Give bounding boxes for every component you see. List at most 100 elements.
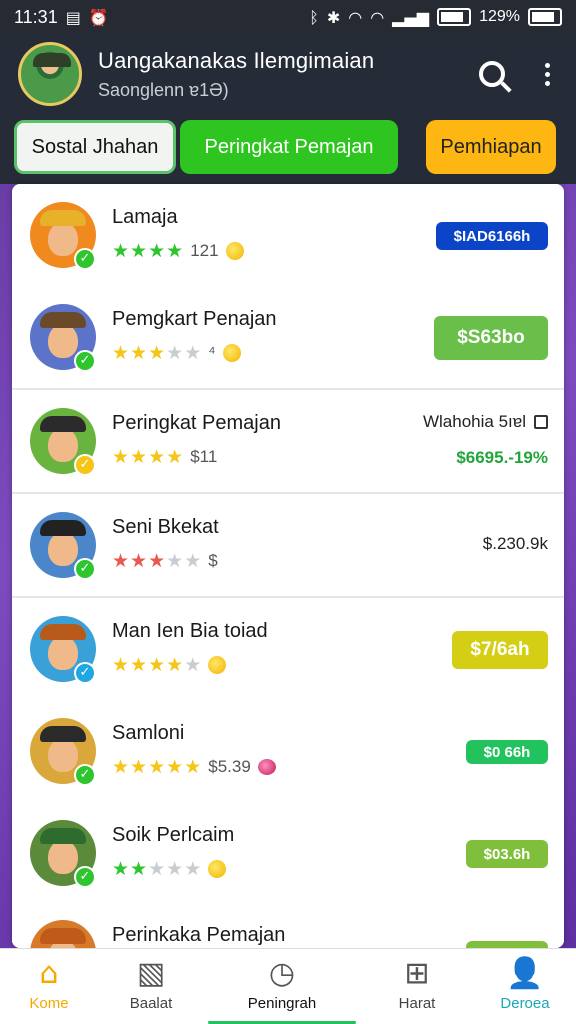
price-change[interactable]: $6695.-19% <box>456 448 548 468</box>
price-button[interactable]: $7/6ah <box>452 631 548 669</box>
vibrate-icon: ✱ <box>326 7 341 27</box>
coin-icon <box>208 656 227 674</box>
nav-label-peningrah: Peningrah <box>247 995 317 1012</box>
nav-item-peningrah[interactable]: ◷ Peningrah <box>237 955 327 1021</box>
star-icon: ★ <box>166 756 184 778</box>
tab-pemhiapan[interactable]: Pemhiapan <box>426 120 556 174</box>
app-subtitle: Saonglenn ɐ1Ə) <box>98 79 229 100</box>
leaderboard-row[interactable]: ✓ Peringkat Pemajan ★ ★ ★ ★ $11 Wlahohia 5ıɐl $6… <box>12 390 564 494</box>
star-icon: ★ <box>112 240 130 262</box>
nav-label-baalat: Baalat <box>129 995 173 1012</box>
star-rating: ★ ★ ★ ★ ★ $ <box>112 550 218 572</box>
star-icon: ★ <box>148 756 166 778</box>
nav-item-harat[interactable]: ⊞ Harat <box>372 955 462 1021</box>
star-icon: ★ <box>130 342 148 364</box>
status-bar: 11:31 ▤ ⏰ ᛒ ✱ ◠ ◠ ▂▄▆ 129% <box>0 0 576 34</box>
leaderboard-row[interactable]: ✓Perinkaka Pemajan★★★★★$0 56h <box>12 902 564 948</box>
star-icon: ★ <box>130 550 148 572</box>
player-name: Samloni <box>112 722 185 744</box>
leaderboard-row[interactable]: ✓ Pemgkart Penajan ★ ★ ★ ★ ★ ⁴ $S63bo <box>12 286 564 390</box>
star-icon: ★ <box>148 446 166 468</box>
star-icon: ★ <box>184 342 202 364</box>
verified-check-icon: ✓ <box>74 866 96 888</box>
leaderboard-list[interactable]: ✓ Lamaja ★ ★ ★ ★ 121 $IAD6166h ✓ Pemgkart Penajan… <box>12 184 564 948</box>
star-rating: ★ ★ ★ ★ ★ $5.39 <box>112 756 276 778</box>
person-icon: 👤 <box>506 956 544 991</box>
rating-extra: ⁴ <box>208 343 216 362</box>
battery-percent: 129% <box>479 8 520 25</box>
star-icon: ★ <box>166 240 184 262</box>
star-icon: ★ <box>148 240 166 262</box>
star-icon: ★ <box>184 756 202 778</box>
star-icon: ★ <box>130 446 148 468</box>
star-icon: ★ <box>184 654 202 676</box>
status-time: 11:31 <box>14 6 58 27</box>
battery-icon-secondary <box>528 8 562 26</box>
star-icon: ★ <box>112 550 130 572</box>
star-icon: ★ <box>148 342 166 364</box>
app-bar-titles: Uangakanakas Ilemgimaian Saonglenn ɐ1Ə) <box>98 48 469 101</box>
price-button[interactable]: $0 56h <box>466 941 548 948</box>
star-icon: ★ <box>130 654 148 676</box>
star-icon: ★ <box>148 858 166 880</box>
leaderboard-row[interactable]: ✓ Man Ien Bia toiad ★ ★ ★ ★ ★ $7/6ah <box>12 598 564 702</box>
star-icon: ★ <box>130 240 148 262</box>
signal-icon: ▂▄▆ <box>392 7 430 27</box>
verified-check-icon: ✓ <box>74 350 96 372</box>
coin-icon <box>222 344 241 362</box>
side-label: Wlahohia 5ıɐl <box>423 412 548 432</box>
star-icon: ★ <box>112 446 130 468</box>
nav-item-baalat[interactable]: ▧ Baalat <box>106 955 196 1021</box>
checkbox-icon[interactable] <box>534 415 548 429</box>
document-icon: ▧ <box>136 956 166 991</box>
star-icon: ★ <box>166 858 184 880</box>
search-icon[interactable] <box>479 61 505 87</box>
verified-check-icon: ✓ <box>74 248 96 270</box>
notification-icon: ▤ <box>65 7 81 27</box>
player-name: Peringkat Pemajan <box>112 412 281 434</box>
star-icon: ★ <box>184 858 202 880</box>
price-value[interactable]: $.230.9k <box>483 534 548 554</box>
nav-item-deroea[interactable]: 👤 Deroea <box>480 955 570 1021</box>
leaderboard-row[interactable]: ✓ Soik Perlcaim ★ ★ ★ ★ ★ $03.6h <box>12 802 564 906</box>
player-name: Lamaja <box>112 206 178 228</box>
tab-peringkat-pemajan[interactable]: Peringkat Pemajan <box>180 120 398 174</box>
verified-check-icon: ✓ <box>74 558 96 580</box>
star-rating: ★ ★ ★ ★ ★ ⁴ <box>112 342 241 364</box>
nav-item-home[interactable]: ⌂ Kome <box>4 955 94 1021</box>
player-name: Seni Bkekat <box>112 516 219 538</box>
leaderboard-row[interactable]: ✓ Samloni ★ ★ ★ ★ ★ $5.39 $0 66h <box>12 700 564 804</box>
coin-icon <box>225 242 244 260</box>
star-rating: ★ ★ ★ ★ ★ <box>112 654 227 676</box>
price-button[interactable]: $S63bo <box>434 316 548 360</box>
rating-extra: 121 <box>190 241 219 260</box>
star-rating: ★ ★ ★ ★ 121 <box>112 240 244 262</box>
rating-extra: $11 <box>190 447 218 466</box>
bluetooth-icon: ᛒ <box>309 7 319 27</box>
price-button[interactable]: $03.6h <box>466 840 548 868</box>
tab-sostal-jhahan[interactable]: Sostal Jhahan <box>14 120 176 174</box>
app-title: Uangakanakas Ilemgimaian <box>98 47 375 73</box>
verified-check-icon: ✓ <box>74 662 96 684</box>
home-icon: ⌂ <box>39 956 59 991</box>
price-button[interactable]: $IAD6166h <box>436 222 548 250</box>
star-icon: ★ <box>166 654 184 676</box>
gauge-icon: ◷ <box>268 956 296 991</box>
leaderboard-row[interactable]: ✓ Seni Bkekat ★ ★ ★ ★ ★ $ $.230.9k <box>12 494 564 598</box>
more-options-icon[interactable] <box>545 62 550 86</box>
profile-avatar[interactable] <box>18 42 82 106</box>
player-name: Pemgkart Penajan <box>112 308 277 330</box>
leaderboard-row[interactable]: ✓ Lamaja ★ ★ ★ ★ 121 $IAD6166h <box>12 184 564 288</box>
player-avatar[interactable] <box>30 920 96 948</box>
app-bar: Uangakanakas Ilemgimaian Saonglenn ɐ1Ə) <box>0 34 576 114</box>
nav-label-harat: Harat <box>398 995 436 1012</box>
star-icon: ★ <box>148 550 166 572</box>
side-label-text: Wlahohia 5ıɐl <box>422 412 526 431</box>
star-icon: ★ <box>148 654 166 676</box>
bottom-navigation: ⌂ Kome ▧ Baalat ◷ Peningrah ⊞ Harat 👤 De… <box>0 948 576 1024</box>
grid-icon: ⊞ <box>404 956 430 991</box>
battery-icon <box>437 8 472 26</box>
gem-icon <box>257 759 276 775</box>
price-button[interactable]: $0 66h <box>466 740 548 764</box>
nav-label-home: Kome <box>29 995 69 1012</box>
